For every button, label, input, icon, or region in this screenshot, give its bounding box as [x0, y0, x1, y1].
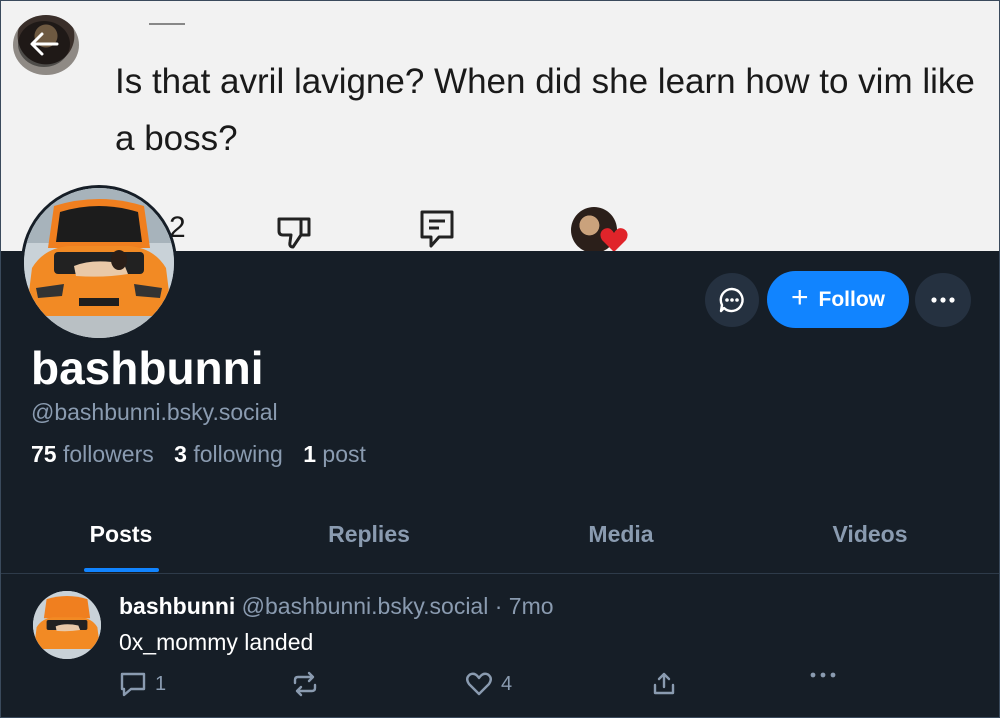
active-tab-indicator [84, 568, 159, 572]
post-header: bashbunni @bashbunni.bsky.social · 7mo [119, 593, 554, 620]
followers-count: 75 [31, 441, 57, 467]
reply-button[interactable]: 1 [119, 671, 166, 697]
reply-icon [420, 210, 454, 248]
profile-avatar[interactable] [21, 185, 177, 341]
plus-icon: + [790, 281, 809, 314]
post-author-name[interactable]: bashbunni [119, 593, 235, 619]
like-count: 4 [501, 672, 513, 695]
banner-quote-text: Is that avril lavigne? When did she lear… [115, 62, 975, 158]
share-button[interactable] [651, 671, 677, 697]
thumbs-down-icon [277, 217, 311, 249]
followers-link[interactable]: 75 followers [31, 441, 154, 467]
reply-bubble-icon [120, 672, 146, 697]
post-body-text: 0x_mommy landed [119, 629, 314, 655]
repost-icon [293, 671, 317, 697]
posts-count: 1 [303, 441, 317, 467]
profile-handle: @bashbunni.bsky.social [31, 399, 278, 425]
tab-posts[interactable]: Posts [90, 521, 153, 548]
divider [1, 573, 999, 574]
message-button[interactable] [705, 273, 759, 327]
back-button[interactable] [18, 21, 70, 67]
arrow-left-icon [30, 32, 59, 56]
more-options-button[interactable] [915, 273, 971, 327]
share-icon [653, 672, 675, 695]
heart-outline-icon [466, 672, 492, 696]
ellipsis-icon [810, 672, 836, 678]
avatar-car-image [33, 591, 101, 659]
like-button[interactable]: 4 [465, 671, 512, 697]
follow-label: Follow [818, 287, 886, 311]
post-more-button[interactable] [809, 671, 837, 679]
avatar-car-image [24, 188, 174, 338]
repost-button[interactable] [291, 671, 319, 697]
follow-button[interactable]: + Follow [767, 271, 909, 328]
banner-decoration [149, 23, 185, 25]
heart-icon [600, 228, 628, 251]
profile-tabs: Posts Replies Media Videos [1, 501, 999, 573]
post-author-handle[interactable]: @bashbunni.bsky.social [242, 593, 489, 619]
following-count: 3 [174, 441, 187, 467]
profile-stats: 75 followers 3 following 1 post [31, 441, 366, 468]
tab-videos[interactable]: Videos [833, 521, 908, 548]
chat-bubble-icon [719, 287, 744, 313]
profile-screen: Is that avril lavigne? When did she lear… [0, 0, 1000, 718]
post-author-avatar[interactable] [33, 591, 101, 659]
reply-count: 1 [155, 672, 167, 695]
ellipsis-icon [931, 297, 955, 303]
following-link[interactable]: 3 following [174, 441, 283, 467]
following-label: following [193, 441, 283, 467]
profile-display-name: bashbunni [31, 342, 264, 394]
tab-media[interactable]: Media [588, 521, 653, 548]
followers-label: followers [62, 441, 154, 467]
tab-replies[interactable]: Replies [328, 521, 410, 548]
posts-label: post [322, 441, 366, 467]
post-timestamp[interactable]: 7mo [509, 593, 554, 619]
post-separator: · [494, 593, 503, 619]
posts-stat: 1 post [303, 441, 366, 467]
